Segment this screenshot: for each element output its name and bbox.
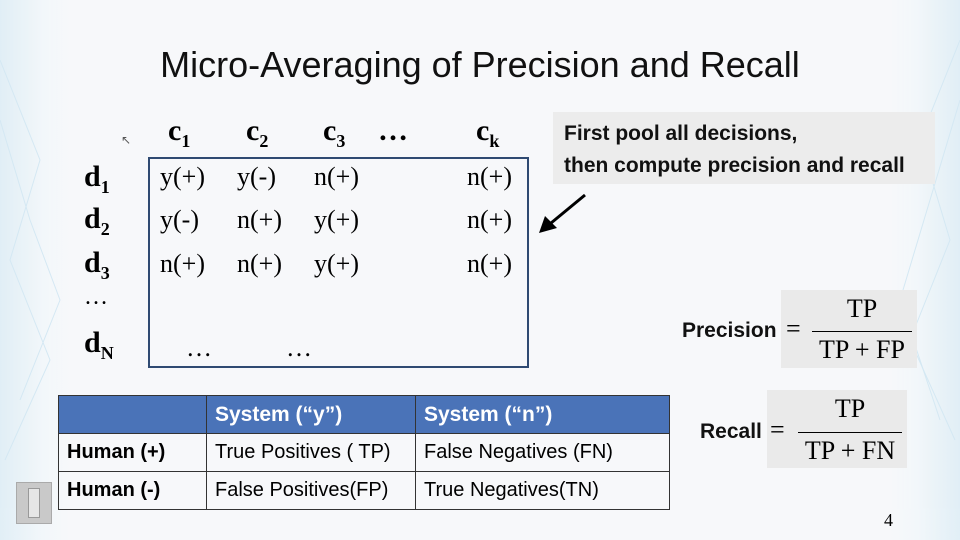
matrix-cell: n(+) — [237, 205, 282, 234]
matrix-cell: y(+) — [160, 162, 205, 191]
column-header-c1: c1 — [168, 114, 191, 151]
recall-equals: = — [770, 415, 785, 444]
row-header-ellipsis: … — [84, 284, 108, 310]
matrix-cell: n(+) — [467, 205, 512, 234]
matrix-cell: y(-) — [237, 162, 276, 191]
table-header-cell: System (“y”) — [206, 395, 416, 434]
column-header-ck: ck — [476, 114, 500, 151]
callout-arrow-icon — [539, 193, 586, 233]
recall-numerator: TP — [834, 394, 866, 423]
callout-box: First pool all decisions, then compute p… — [553, 112, 935, 184]
contingency-table: System (“y”) System (“n”) Human (+) True… — [58, 395, 670, 510]
precision-fraction-bar — [812, 331, 912, 332]
matrix-cell: y(-) — [160, 205, 199, 234]
row-header-d3: d3 — [84, 246, 110, 283]
table-cell: True Negatives(TN) — [415, 471, 670, 510]
table-row: Human (+) True Positives ( TP) False Neg… — [58, 433, 670, 472]
table-row: Human (-) False Positives(FP) True Negat… — [58, 471, 670, 510]
matrix-cell: n(+) — [467, 162, 512, 191]
table-header-row: System (“y”) System (“n”) — [58, 395, 670, 434]
matrix-cell: n(+) — [160, 249, 205, 278]
recall-label: Recall — [700, 420, 762, 443]
matrix-cell: n(+) — [467, 249, 512, 278]
table-cell: False Positives(FP) — [206, 471, 416, 510]
row-header-dN: dN — [84, 326, 114, 363]
precision-numerator: TP — [846, 294, 878, 323]
row-header-d2: d2 — [84, 202, 110, 239]
column-header-ellipsis: … — [378, 114, 408, 147]
table-row-header: Human (-) — [58, 471, 207, 510]
table-cell: True Positives ( TP) — [206, 433, 416, 472]
table-header-cell: System (“n”) — [415, 395, 670, 434]
matrix-cell: n(+) — [237, 249, 282, 278]
slide-title: Micro-Averaging of Precision and Recall — [160, 44, 800, 85]
matrix-cell-ellipsis: … — [186, 333, 212, 362]
precision-label: Precision — [682, 319, 777, 342]
table-cell: False Negatives (FN) — [415, 433, 670, 472]
recall-denominator: TP + FN — [804, 436, 896, 465]
precision-denominator: TP + FP — [819, 335, 905, 364]
column-header-c3: c3 — [323, 114, 346, 151]
precision-equals: = — [786, 314, 801, 343]
callout-line: then compute precision and recall — [564, 154, 905, 177]
table-row-header: Human (+) — [58, 433, 207, 472]
page-number: 4 — [884, 510, 893, 530]
university-logo-icon — [16, 482, 52, 524]
matrix-cell-ellipsis: … — [286, 333, 312, 362]
callout-line: First pool all decisions, — [564, 122, 798, 145]
column-header-c2: c2 — [246, 114, 269, 151]
matrix-cell: y(+) — [314, 205, 359, 234]
mouse-cursor-icon: ↖ — [121, 133, 132, 147]
recall-fraction-bar — [798, 432, 902, 433]
matrix-cell: n(+) — [314, 162, 359, 191]
matrix-cell: y(+) — [314, 249, 359, 278]
table-header-cell — [58, 395, 207, 434]
row-header-d1: d1 — [84, 160, 110, 197]
